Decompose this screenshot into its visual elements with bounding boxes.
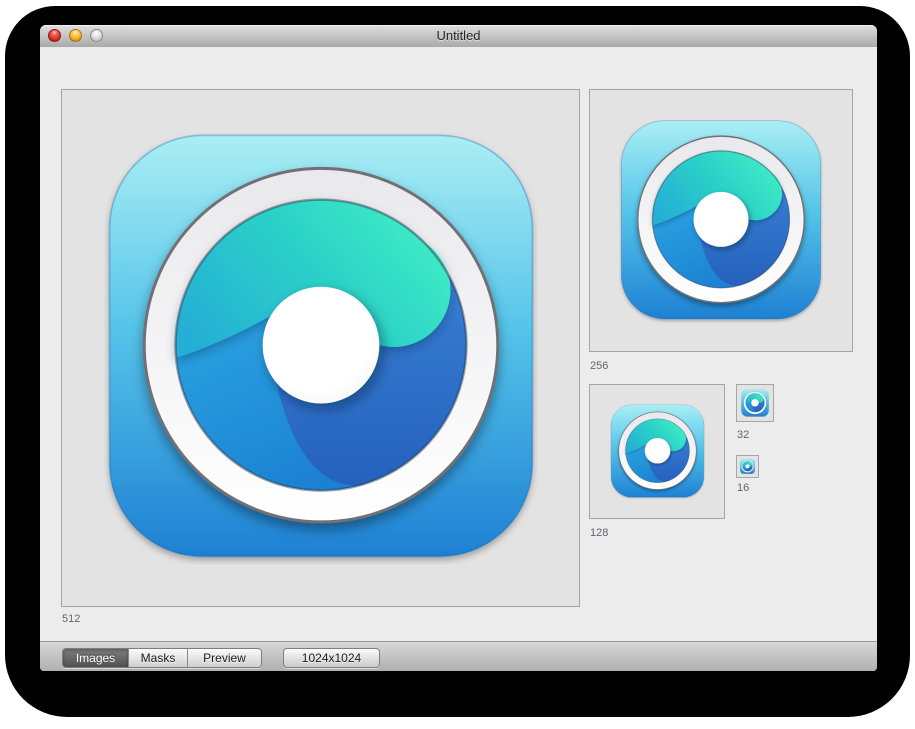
app-icon-512 — [104, 132, 538, 565]
bottom-toolbar: Images Masks Preview 1024x1024 — [40, 641, 877, 671]
size-label-16: 16 — [737, 482, 749, 494]
content-area: 512 256 128 32 16 — [40, 47, 877, 641]
window-title: Untitled — [40, 25, 877, 47]
app-icon-128 — [610, 404, 705, 499]
app-icon-256 — [619, 119, 823, 323]
screenshot-stage: Untitled 512 256 128 32 16 — [0, 0, 915, 729]
preview-cell-16[interactable] — [736, 455, 759, 478]
view-segmented-control: Images Masks Preview — [62, 648, 262, 668]
size-label-32: 32 — [737, 429, 749, 441]
preview-cell-128[interactable] — [589, 384, 725, 519]
app-icon-16 — [740, 459, 755, 474]
preview-cell-512[interactable] — [61, 89, 580, 607]
title-bar[interactable]: Untitled — [40, 25, 877, 48]
size-1024-button[interactable]: 1024x1024 — [283, 648, 380, 668]
size-label-512: 512 — [62, 613, 80, 625]
app-window: Untitled 512 256 128 32 16 — [40, 25, 877, 671]
preview-cell-32[interactable] — [736, 384, 774, 422]
tab-masks[interactable]: Masks — [128, 649, 187, 667]
size-label-128: 128 — [590, 527, 608, 539]
preview-cell-256[interactable] — [589, 89, 853, 352]
size-label-256: 256 — [590, 360, 608, 372]
tab-images[interactable]: Images — [63, 649, 128, 667]
app-icon-32 — [741, 389, 769, 417]
tab-preview[interactable]: Preview — [187, 649, 261, 667]
